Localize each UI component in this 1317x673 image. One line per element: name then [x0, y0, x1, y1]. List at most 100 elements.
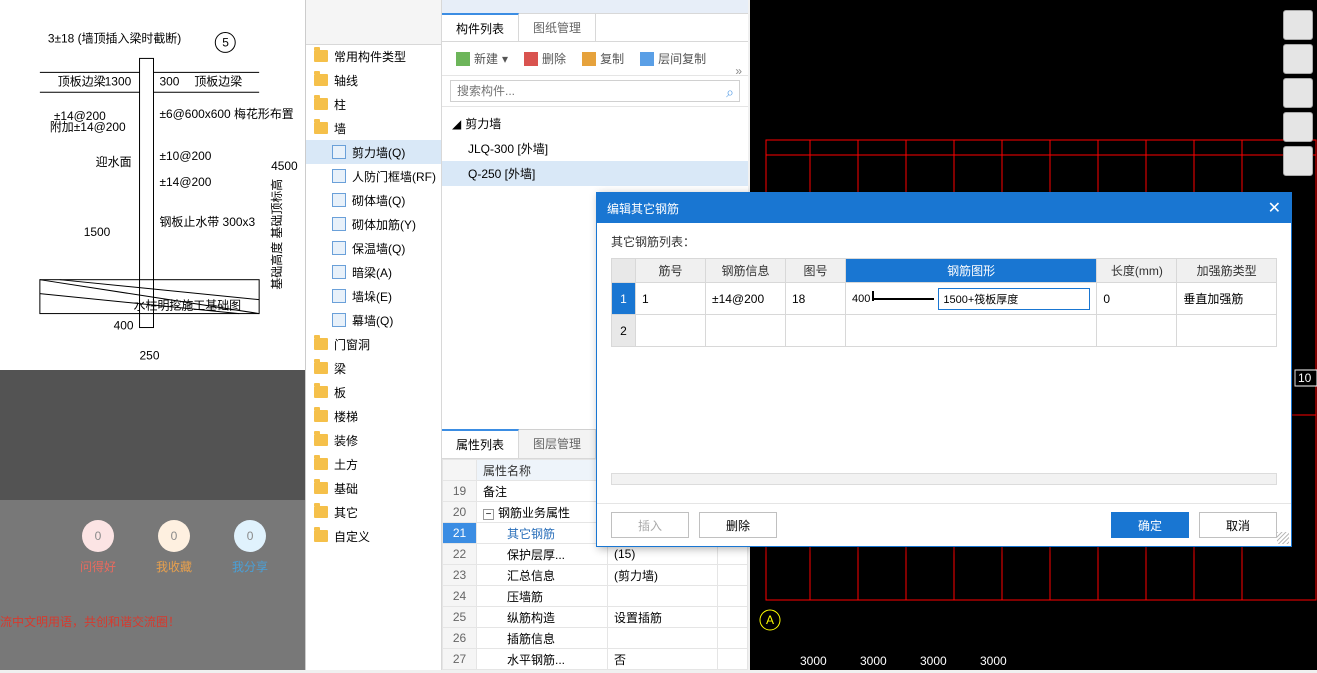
footer-note: 流中文明用语，共创和谐交流圈！ [0, 613, 180, 630]
axis-label: A [766, 613, 774, 627]
svg-text:±14@200: ±14@200 [159, 175, 211, 189]
tree-earth[interactable]: 土方 [306, 452, 441, 476]
tree-decor[interactable]: 装修 [306, 428, 441, 452]
shape-cell[interactable]: 400 [846, 283, 1097, 315]
component-toolbar: 新建 ▾ 删除 复制 层间复制 » [442, 42, 748, 76]
entity-icon [332, 145, 346, 159]
tree-axis[interactable]: 轴线 [306, 68, 441, 92]
svg-text:5: 5 [222, 35, 229, 49]
svg-text:4500: 4500 [271, 159, 298, 173]
tree-other[interactable]: 其它 [306, 500, 441, 524]
svg-text:400: 400 [114, 319, 134, 333]
viewport-tools [1283, 10, 1313, 176]
tree-stair[interactable]: 楼梯 [306, 404, 441, 428]
h-scrollbar[interactable] [611, 473, 1277, 485]
table-row: 2 [612, 315, 1277, 347]
col-len: 长度(mm) [1097, 259, 1177, 283]
folder-icon [314, 434, 328, 446]
tab-props[interactable]: 属性列表 [442, 429, 519, 458]
svg-text:顶板边梁: 顶板边梁 [58, 73, 106, 88]
view-tool-5[interactable] [1283, 146, 1313, 176]
close-icon[interactable]: ✕ [1268, 198, 1281, 218]
view-tool-1[interactable] [1283, 10, 1313, 40]
rebar-shape-icon [874, 298, 934, 300]
tree-pilaster[interactable]: 墙垛(E) [306, 284, 441, 308]
new-button[interactable]: 新建 ▾ [450, 48, 514, 69]
edit-rebar-dialog: 编辑其它钢筋 ✕ 其它钢筋列表： 筋号 钢筋信息 图号 钢筋图形 长度(mm) … [596, 192, 1292, 547]
prop-row: 23汇总信息(剪力墙) [443, 565, 748, 586]
folder-icon [314, 122, 328, 134]
folder-icon [314, 362, 328, 374]
delete-icon [524, 52, 538, 66]
dialog-subtitle: 其它钢筋列表： [611, 233, 1277, 250]
insert-button[interactable]: 插入 [611, 512, 689, 538]
view-tool-2[interactable] [1283, 44, 1313, 74]
col-shape[interactable]: 钢筋图形 [846, 259, 1097, 283]
tree-wall[interactable]: 墙 [306, 116, 441, 140]
tree-slab[interactable]: 板 [306, 380, 441, 404]
component-tabs: 构件列表 图纸管理 [442, 14, 748, 42]
comp-root[interactable]: ◢ 剪力墙 [442, 111, 748, 136]
folder-icon [314, 410, 328, 422]
tree-rfwall[interactable]: 人防门框墙(RF) [306, 164, 441, 188]
tree-curtain[interactable]: 幕墙(Q) [306, 308, 441, 332]
drawing-lower [0, 370, 305, 500]
tree-darkbeam[interactable]: 暗梁(A) [306, 260, 441, 284]
svg-text:3000: 3000 [920, 654, 947, 668]
col-th: 图号 [786, 259, 846, 283]
tree-masonry[interactable]: 砌体墙(Q) [306, 188, 441, 212]
entity-icon [332, 217, 346, 231]
tab-drawing-mgmt[interactable]: 图纸管理 [519, 14, 596, 41]
layer-copy-button[interactable]: 层间复制 [634, 48, 712, 69]
delete-button[interactable]: 删除 [518, 48, 572, 69]
tree-custom[interactable]: 自定义 [306, 524, 441, 548]
search-icon[interactable]: ⌕ [726, 84, 734, 101]
tab-component-list[interactable]: 构件列表 [442, 13, 519, 41]
svg-text:3000: 3000 [980, 654, 1007, 668]
svg-text:基础高度 基础顶标高: 基础高度 基础顶标高 [269, 179, 284, 290]
entity-icon [332, 241, 346, 255]
view-tool-3[interactable] [1283, 78, 1313, 108]
tree-beam[interactable]: 梁 [306, 356, 441, 380]
folder-icon [314, 506, 328, 518]
view-tool-4[interactable] [1283, 112, 1313, 142]
folder-icon [314, 74, 328, 86]
category-tree: 常用构件类型 轴线 柱 墙 剪力墙(Q) 人防门框墙(RF) 砌体墙(Q) 砌体… [306, 0, 442, 670]
layer-copy-icon [640, 52, 654, 66]
rebar-table: 筋号 钢筋信息 图号 钢筋图形 长度(mm) 加强筋类型 1 1 ±14@200… [611, 258, 1277, 347]
tab-layers[interactable]: 图层管理 [519, 430, 596, 458]
svg-text:钢板止水带 300x3: 钢板止水带 300x3 [159, 215, 255, 229]
entity-icon [332, 265, 346, 279]
collapse-icon[interactable]: − [483, 509, 494, 520]
comp-q250[interactable]: Q-250 [外墙] [442, 161, 748, 186]
tree-shearwall[interactable]: 剪力墙(Q) [306, 140, 441, 164]
svg-text:300: 300 [159, 74, 179, 88]
search-input[interactable] [450, 80, 740, 102]
entity-icon [332, 313, 346, 327]
cancel-button[interactable]: 取消 [1199, 512, 1277, 538]
comp-jlq300[interactable]: JLQ-300 [外墙] [442, 136, 748, 161]
tree-insulation[interactable]: 保温墙(Q) [306, 236, 441, 260]
toolbar-strip [442, 0, 748, 14]
tree-opening[interactable]: 门窗洞 [306, 332, 441, 356]
fav-stat[interactable]: 0 我收藏 [156, 520, 192, 575]
ok-button[interactable]: 确定 [1111, 512, 1189, 538]
share-stat[interactable]: 0 我分享 [232, 520, 268, 575]
prop-row: 27水平钢筋...否 [443, 649, 748, 670]
shape-length-input[interactable] [938, 288, 1090, 310]
tree-foundation[interactable]: 基础 [306, 476, 441, 500]
prop-row: 25纵筋构造设置插筋 [443, 607, 748, 628]
copy-button[interactable]: 复制 [576, 48, 630, 69]
tree-common[interactable]: 常用构件类型 [306, 44, 441, 68]
copy-icon [582, 52, 596, 66]
folder-icon [314, 386, 328, 398]
delete-button[interactable]: 删除 [699, 512, 777, 538]
entity-icon [332, 289, 346, 303]
like-stat[interactable]: 0 问得好 [80, 520, 116, 575]
dialog-titlebar[interactable]: 编辑其它钢筋 ✕ [597, 193, 1291, 223]
entity-icon [332, 193, 346, 207]
folder-icon [314, 50, 328, 62]
tree-masonry-rebar[interactable]: 砌体加筋(Y) [306, 212, 441, 236]
resize-grip-icon[interactable] [1277, 532, 1289, 544]
tree-column[interactable]: 柱 [306, 92, 441, 116]
